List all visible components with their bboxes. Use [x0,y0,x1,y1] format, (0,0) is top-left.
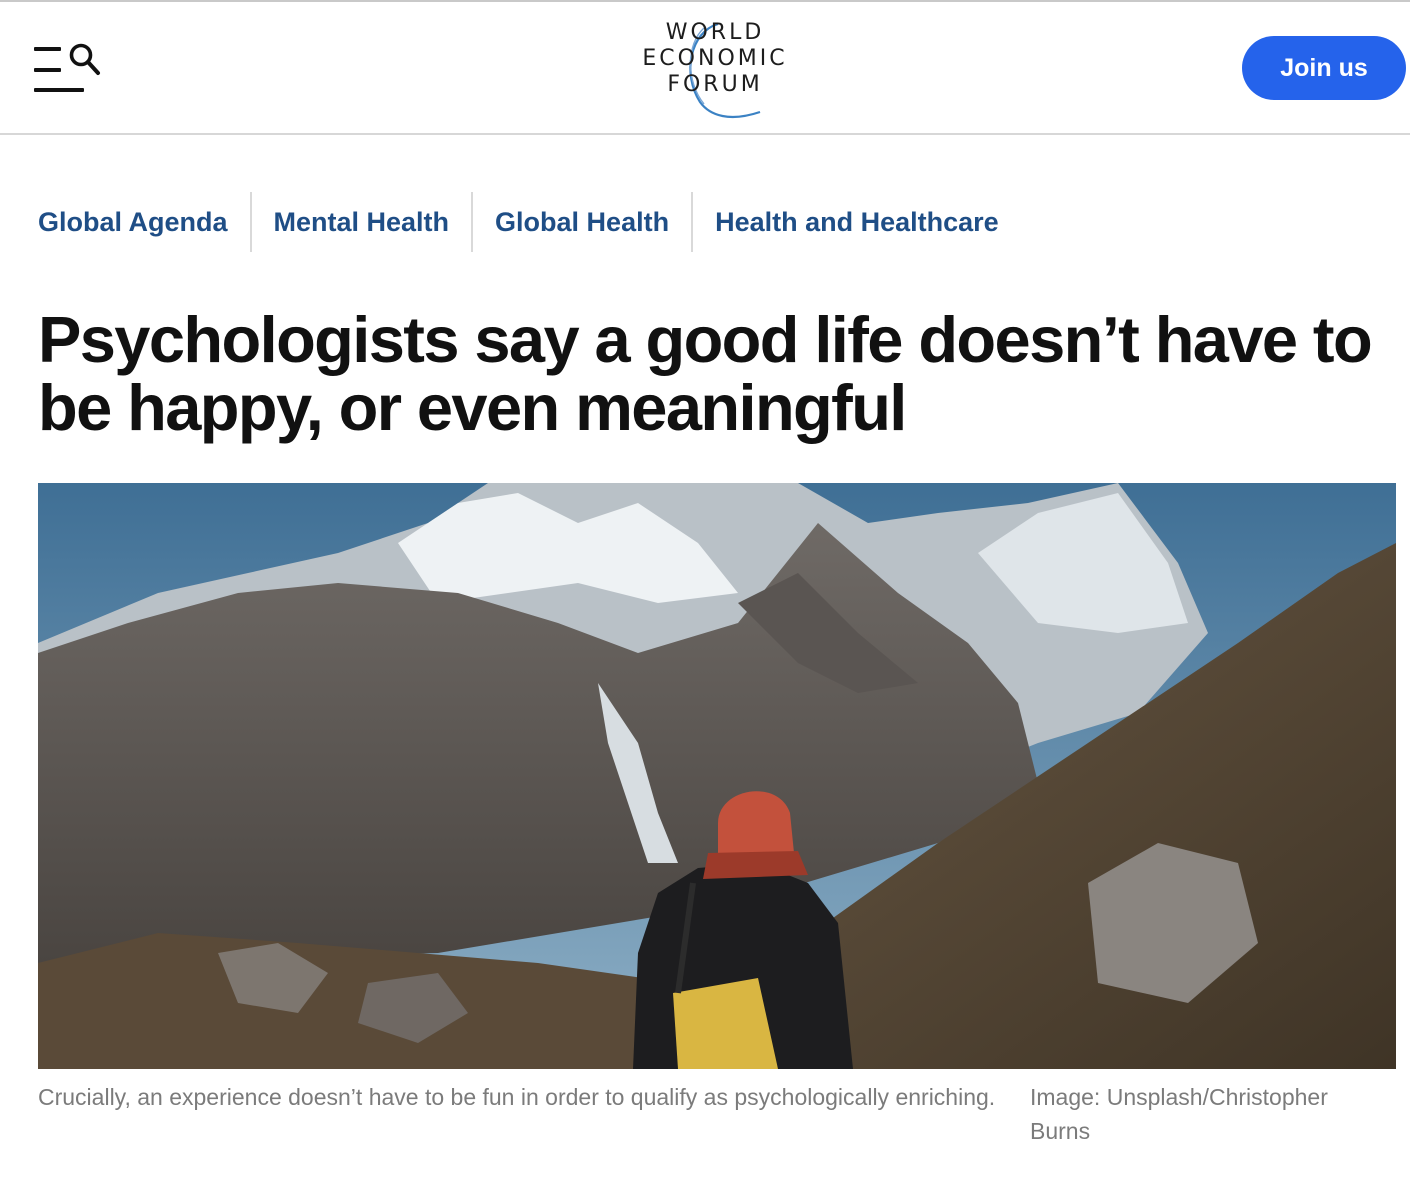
image-caption: Crucially, an experience doesn’t have to… [38,1084,996,1110]
logo-line-world: WORLD [665,20,765,45]
tag-mental-health[interactable]: Mental Health [249,192,472,252]
join-us-button[interactable]: Join us [1242,36,1406,100]
menu-bar [34,68,61,72]
menu-bar [34,47,61,51]
logo-line-forum: FORUM [667,72,763,97]
wef-logo[interactable]: WORLD ECONOMIC FORUM [620,18,810,124]
topic-tags: Global Agenda Mental Health Global Healt… [38,192,1021,252]
search-icon [69,43,100,75]
tag-global-health[interactable]: Global Health [471,192,691,252]
logo-line-economic: ECONOMIC [642,46,788,71]
article-title: Psychologists say a good life doesn’t ha… [38,303,1373,444]
menu-search-button[interactable] [34,42,104,98]
site-header: WORLD ECONOMIC FORUM Join us [0,2,1410,135]
menu-bar [34,88,84,92]
image-credit: Image: Unsplash/Christopher Burns [1030,1084,1328,1144]
tag-health-and-healthcare[interactable]: Health and Healthcare [691,192,1021,252]
tag-global-agenda[interactable]: Global Agenda [38,192,250,252]
hero-image [38,483,1396,1069]
mountain-hiker-photo [38,483,1396,1069]
